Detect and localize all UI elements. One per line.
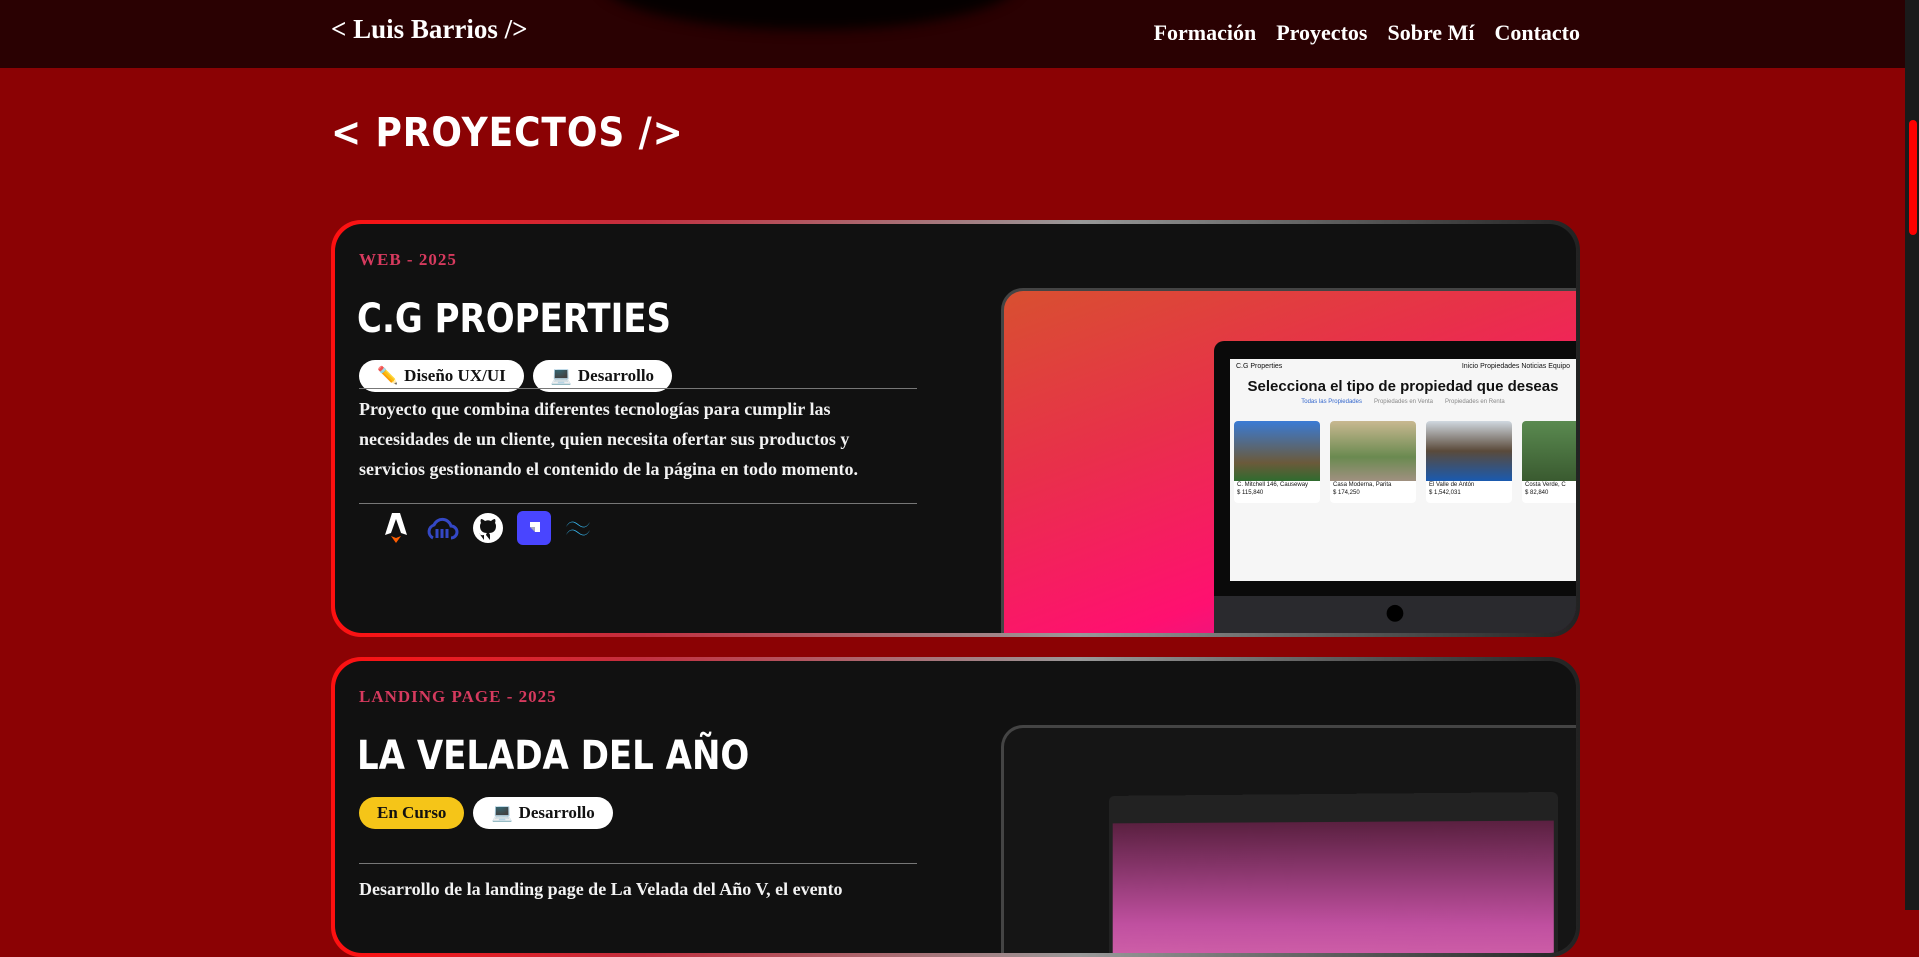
tag-development: 💻 Desarrollo [473,797,613,829]
strapi-icon [517,511,551,545]
screenshot-tab: Propiedades en Venta [1373,399,1434,405]
project-screenshot[interactable]: VELADA [1001,725,1576,953]
nav-proyectos[interactable]: Proyectos [1276,20,1367,46]
site-header: < Luis Barrios /> Formación Proyectos So… [0,0,1905,68]
listing-name: El Valle de Antón [1429,482,1475,488]
nav-contacto[interactable]: Contacto [1494,20,1580,46]
project-card: WEB - 2025 C.G Properties ✏️ Diseño UX/UI… [331,220,1580,637]
screenshot-tab: Propiedades en Renta [1445,399,1505,405]
listing-name: Casa Moderna, Parita [1333,482,1392,488]
listing-name: C. Mitchell 146, Causeway [1237,482,1309,488]
screenshot-tab: Todas las Propiedades [1301,399,1362,405]
pencil-icon: ✏️ [377,366,399,385]
logo[interactable]: < Luis Barrios /> [331,14,528,45]
nav-formacion[interactable]: Formación [1154,20,1257,46]
listing-card: El Valle de Antón $ 1,542,031 [1426,421,1512,503]
project-card: LANDING PAGE - 2025 La Velada del Año En… [331,657,1580,957]
cloudinary-icon [425,511,459,545]
apple-logo-icon: ● [1214,596,1576,633]
project-description: Desarrollo de la landing page de La Vela… [359,879,843,899]
project-title: La Velada del Año [357,733,750,779]
imac-mockup: C.G Properties Inicio Propiedades Noticia… [1214,341,1576,633]
divider [359,863,917,864]
listing-price: $ 82,840 [1525,490,1549,496]
screenshot-heading: Selecciona el tipo de propiedad que dese… [1247,378,1559,395]
listing-name: Costa Verde, C [1525,482,1566,488]
tag-label: Desarrollo [518,803,595,822]
astro-icon [379,511,413,545]
project-meta: WEB - 2025 [359,250,457,269]
listing-card: Casa Moderna, Parita $ 174,250 [1330,421,1416,503]
project-title: C.G Properties [357,296,671,342]
screenshot-hero: VELADA [1112,820,1554,953]
listing-card: Costa Verde, C $ 82,840 [1522,421,1576,503]
browser-mockup: VELADA [1108,791,1558,953]
listing-price: $ 174,250 [1333,490,1360,496]
listing-price: $ 115,840 [1237,490,1264,496]
divider [359,388,917,389]
tag-label: Desarrollo [577,366,655,385]
nav-sobre-mi[interactable]: Sobre Mí [1387,20,1474,46]
scrollbar[interactable] [1905,0,1919,910]
listing-card: C. Mitchell 146, Causeway $ 115,840 [1234,421,1320,503]
section-title: < Proyectos /> [331,110,684,156]
laptop-icon: 💻 [550,366,572,385]
tailwind-icon [563,511,597,545]
project-meta: LANDING PAGE - 2025 [359,687,557,706]
main-nav: Formación Proyectos Sobre Mí Contacto [1154,20,1580,46]
decorative-blob [600,0,1020,30]
project-description: Proyecto que combina diferentes tecnolog… [359,399,859,479]
tag-label: En Curso [377,803,447,822]
screenshot-brand: C.G Properties [1236,363,1283,370]
screenshot-nav: Inicio Propiedades Noticias Equipo [1461,363,1570,370]
listing-price: $ 1,542,031 [1429,490,1461,496]
tech-stack [379,511,597,545]
status-badge: En Curso [359,797,465,829]
divider [359,503,917,504]
project-screenshot[interactable]: C.G Properties Inicio Propiedades Noticia… [1001,288,1576,633]
github-icon [471,511,505,545]
scrollbar-thumb[interactable] [1909,120,1917,235]
tag-label: Diseño UX/UI [404,366,506,385]
laptop-icon: 💻 [491,803,513,822]
